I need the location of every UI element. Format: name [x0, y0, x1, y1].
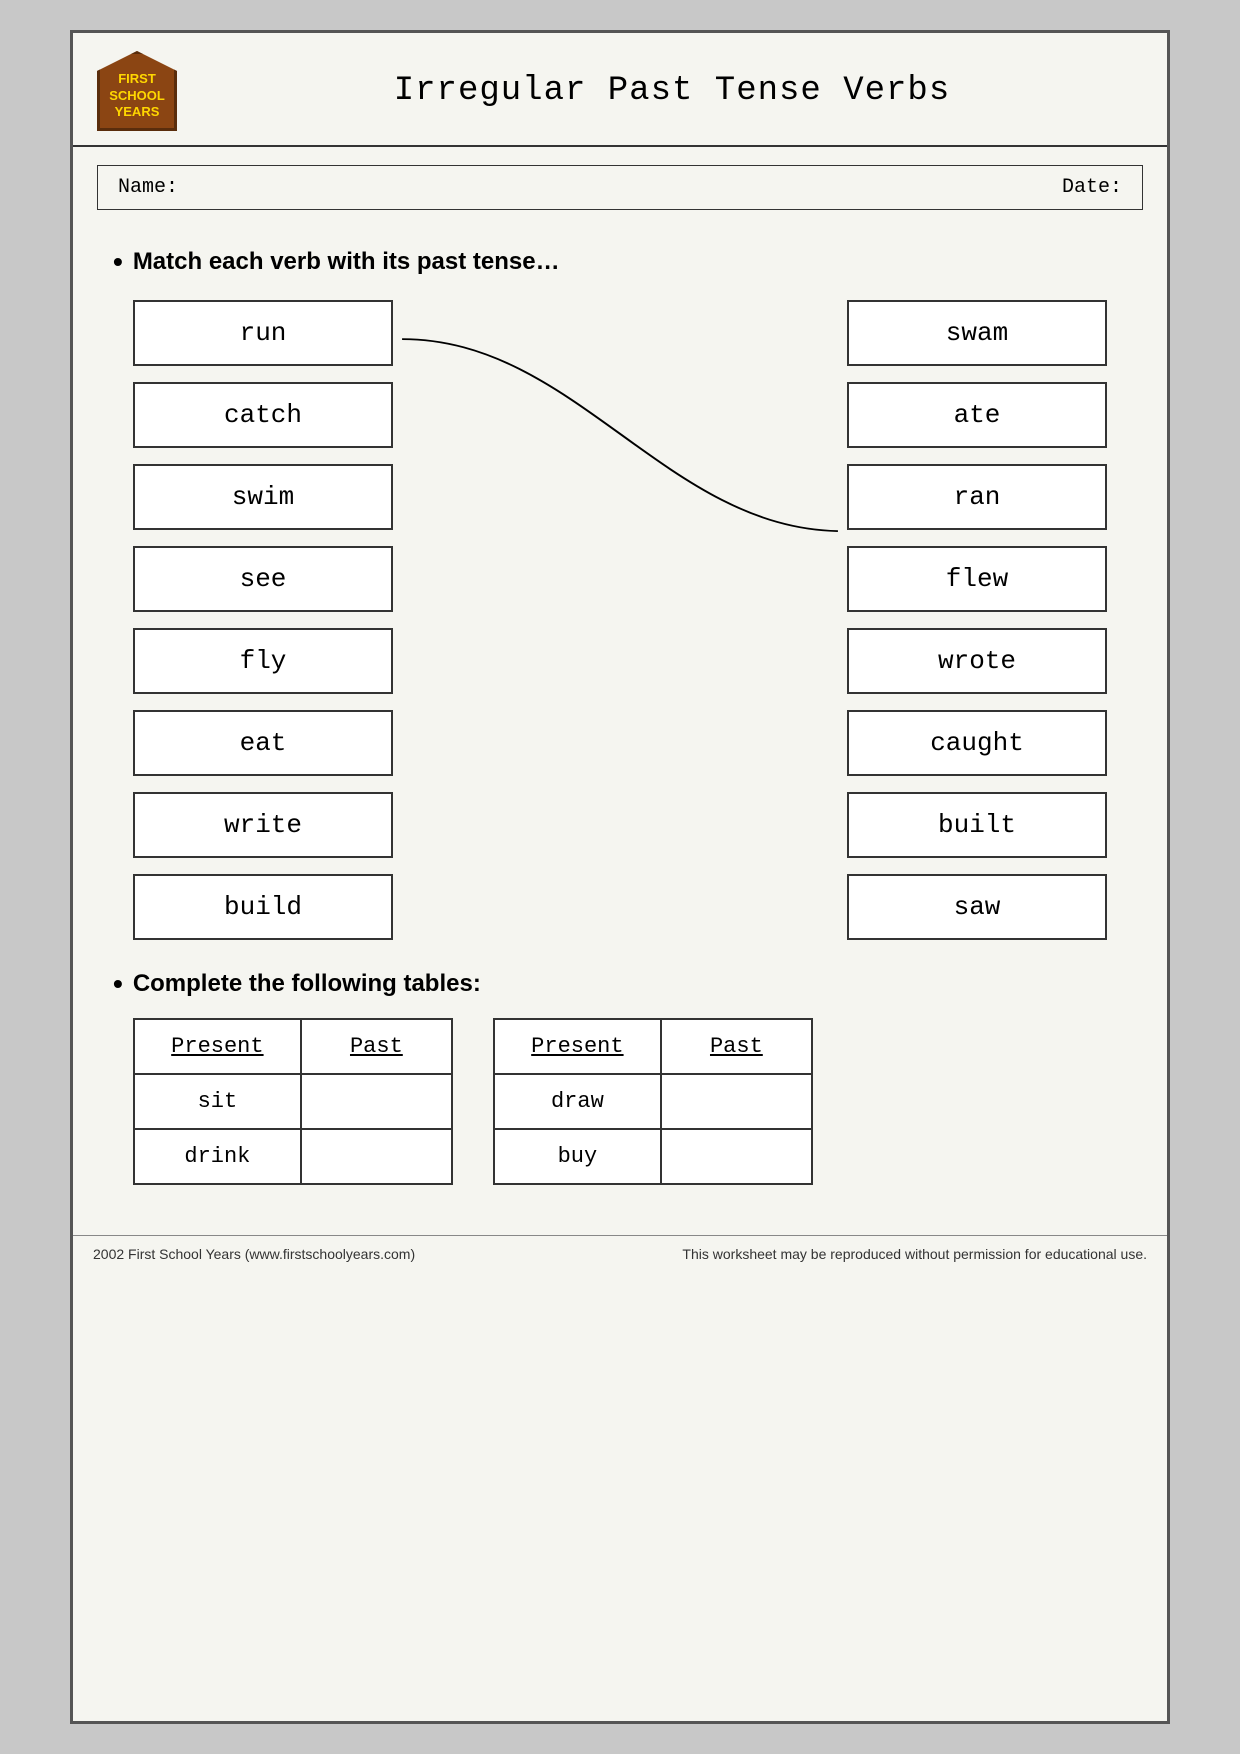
table-row: sit	[134, 1074, 452, 1129]
table-2: Present Past draw buy	[493, 1018, 813, 1185]
word-box-caught: caught	[847, 710, 1107, 776]
word-box-run: run	[133, 300, 393, 366]
left-column: run catch swim see fly eat write build	[133, 300, 393, 940]
table-row: draw	[494, 1074, 812, 1129]
name-label: Name:	[118, 176, 1062, 199]
word-box-eat: eat	[133, 710, 393, 776]
instruction-2: • Complete the following tables:	[113, 970, 1127, 998]
table2-row1-present: draw	[494, 1074, 661, 1129]
matching-svg	[393, 300, 847, 940]
footer: 2002 First School Years (www.firstschool…	[73, 1235, 1167, 1272]
word-box-see: see	[133, 546, 393, 612]
word-box-write: write	[133, 792, 393, 858]
table-1: Present Past sit drink	[133, 1018, 453, 1185]
word-box-built: built	[847, 792, 1107, 858]
table1-header-present: Present	[134, 1019, 301, 1074]
right-column: swam ate ran flew wrote caught built saw	[847, 300, 1107, 940]
table2-row2-past[interactable]	[661, 1129, 812, 1184]
header: FIRST SCHOOL YEARS Irregular Past Tense …	[73, 33, 1167, 147]
content: • Match each verb with its past tense… r…	[73, 220, 1167, 1205]
word-box-build: build	[133, 874, 393, 940]
footer-left: 2002 First School Years (www.firstschool…	[93, 1246, 415, 1262]
bullet-1: •	[113, 248, 123, 276]
name-date-bar: Name: Date:	[97, 165, 1143, 210]
word-box-wrote: wrote	[847, 628, 1107, 694]
word-box-saw: saw	[847, 874, 1107, 940]
word-box-fly: fly	[133, 628, 393, 694]
bullet-2: •	[113, 970, 123, 998]
table1-row1-past[interactable]	[301, 1074, 452, 1129]
worksheet-page: FIRST SCHOOL YEARS Irregular Past Tense …	[70, 30, 1170, 1724]
table2-row2-present: buy	[494, 1129, 661, 1184]
table2-header-present: Present	[494, 1019, 661, 1074]
matching-section: run catch swim see fly eat write build s…	[113, 300, 1127, 940]
date-label: Date:	[1062, 176, 1122, 199]
word-box-flew: flew	[847, 546, 1107, 612]
word-box-ran: ran	[847, 464, 1107, 530]
table1-row1-present: sit	[134, 1074, 301, 1129]
table2-row1-past[interactable]	[661, 1074, 812, 1129]
tables-container: Present Past sit drink	[113, 1018, 1127, 1185]
table1-row2-present: drink	[134, 1129, 301, 1184]
word-box-swim: swim	[133, 464, 393, 530]
logo-text: FIRST SCHOOL YEARS	[109, 71, 165, 122]
middle-area	[393, 300, 847, 940]
page-title: Irregular Past Tense Verbs	[201, 72, 1143, 110]
table-row: drink	[134, 1129, 452, 1184]
table2-header-past: Past	[661, 1019, 812, 1074]
table-row: buy	[494, 1129, 812, 1184]
table1-row2-past[interactable]	[301, 1129, 452, 1184]
word-box-catch: catch	[133, 382, 393, 448]
instruction-1: • Match each verb with its past tense…	[113, 248, 1127, 276]
word-box-ate: ate	[847, 382, 1107, 448]
table1-header-past: Past	[301, 1019, 452, 1074]
word-box-swam: swam	[847, 300, 1107, 366]
footer-right: This worksheet may be reproduced without…	[682, 1246, 1147, 1262]
logo: FIRST SCHOOL YEARS	[97, 51, 177, 131]
